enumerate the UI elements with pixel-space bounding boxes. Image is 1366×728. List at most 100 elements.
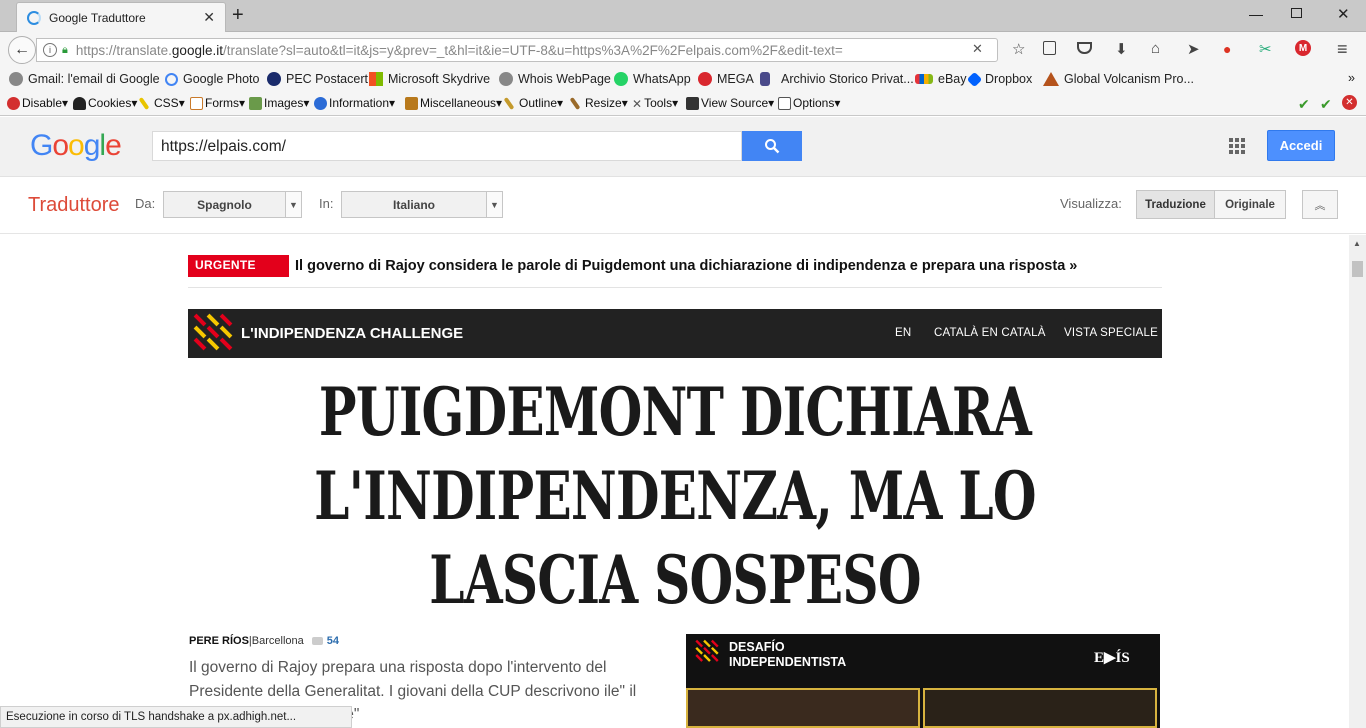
tab-strip: Google Traduttore ✕ + ✕ <box>0 0 1366 32</box>
page-scrollbar[interactable]: ▲ <box>1349 235 1366 728</box>
devbar-view-source[interactable]: View Source ▾ <box>686 96 774 110</box>
stripes-logo-icon <box>695 639 719 663</box>
devbar-forms[interactable]: Forms ▾ <box>190 96 245 110</box>
bookmark-volcanism[interactable]: Global Volcanism Pro... <box>1043 72 1194 86</box>
tools-icon: ✕ <box>632 96 643 111</box>
bookmark-mega[interactable]: MEGA <box>698 72 754 86</box>
reading-list-icon[interactable] <box>1043 41 1056 55</box>
misc-icon <box>405 96 418 110</box>
devbar-images[interactable]: Images ▾ <box>249 96 309 110</box>
extension-icon[interactable]: ✂ <box>1259 40 1272 58</box>
clear-url-icon[interactable]: ✕ <box>972 41 983 57</box>
scroll-up-icon[interactable]: ▲ <box>1353 239 1361 248</box>
devbar-disable[interactable]: Disable ▾ <box>7 96 68 110</box>
bookmark-skydrive[interactable]: Microsoft Skydrive <box>369 72 490 86</box>
check-valid-icon[interactable]: ✔ <box>1320 96 1332 113</box>
bookmark-gmail[interactable]: Gmail: l'email di Google <box>9 72 160 86</box>
close-tab-icon[interactable]: ✕ <box>203 9 215 26</box>
devbar-resize[interactable]: Resize ▾ <box>569 96 628 110</box>
download-icon[interactable]: ⬇ <box>1115 40 1128 58</box>
devbar-css[interactable]: CSS ▾ <box>138 96 185 110</box>
view-label: Visualizza: <box>1060 196 1122 211</box>
bookmark-whois[interactable]: Whois WebPage <box>499 72 611 86</box>
bookmark-star-icon[interactable]: ☆ <box>1012 40 1025 58</box>
author-name[interactable]: PERE RÍOS <box>189 635 249 647</box>
whatsapp-icon <box>614 72 628 86</box>
byline: PERE RÍOS|Barcellona 54 <box>189 635 339 647</box>
forms-icon <box>190 96 203 110</box>
target-language-select[interactable]: Italiano ▼ <box>341 191 503 218</box>
disable-icon <box>7 96 20 110</box>
back-button[interactable]: ← <box>8 36 36 64</box>
video-frame-right[interactable] <box>923 688 1157 728</box>
source-language-select[interactable]: Spagnolo ▼ <box>163 191 302 218</box>
urgent-badge: URGENTE <box>188 255 289 277</box>
send-icon[interactable]: ➤ <box>1187 40 1200 58</box>
bookmark-ebay[interactable]: eBay <box>915 72 967 86</box>
bookmark-archivio[interactable]: Archivio Storico Privat... <box>760 72 914 86</box>
video-title: DESAFÍO INDEPENDENTISTA <box>729 640 847 669</box>
location: |Barcellona <box>248 635 304 647</box>
devbar-cookies[interactable]: Cookies ▾ <box>73 96 137 110</box>
sign-in-button[interactable]: Accedi <box>1267 130 1335 161</box>
stripes-logo-icon <box>193 313 233 352</box>
devbar-outline[interactable]: Outline ▾ <box>503 96 563 110</box>
devbar-options[interactable]: Options ▾ <box>778 96 840 110</box>
collapse-button[interactable]: ︽ <box>1302 190 1338 219</box>
error-icon[interactable]: ✕ <box>1342 95 1357 110</box>
bookmark-google-photo[interactable]: Google Photo <box>165 72 259 86</box>
minimize-icon[interactable] <box>1249 15 1263 16</box>
restore-icon[interactable] <box>1291 8 1302 18</box>
address-bar[interactable]: i 🔒︎ https://translate.google.it/transla… <box>36 38 998 62</box>
home-icon[interactable]: ⌂ <box>1151 40 1160 57</box>
translate-bar: Traduttore Da: Spagnolo ▼ In: Italiano ▼… <box>0 178 1366 234</box>
devbar-tools[interactable]: ✕ Tools ▾ <box>632 96 678 111</box>
globe-icon <box>9 72 23 86</box>
video-frame-left[interactable] <box>686 688 920 728</box>
devbar-miscellaneous[interactable]: Miscellaneous ▾ <box>405 96 502 110</box>
outline-icon <box>503 96 515 110</box>
search-button[interactable] <box>742 131 802 161</box>
devbar-information[interactable]: Information ▾ <box>314 96 395 110</box>
information-icon <box>314 96 327 110</box>
status-bar: Esecuzione in corso di TLS handshake a p… <box>0 706 352 728</box>
more-bookmarks-icon[interactable]: » <box>1348 71 1355 85</box>
url-input[interactable]: https://elpais.com/ <box>152 131 742 161</box>
cookies-icon <box>73 96 86 110</box>
close-window-icon[interactable]: ✕ <box>1337 5 1350 23</box>
chevron-up-icon: ︽ <box>1314 199 1326 212</box>
mega-icon <box>698 72 712 86</box>
video-player[interactable]: DESAFÍO INDEPENDENTISTA E▶ÍS <box>686 634 1160 728</box>
section-banner: L'INDIPENDENZA CHALLENGE EN CATALÀ EN CA… <box>188 309 1162 358</box>
view-original-button[interactable]: Originale <box>1214 190 1286 219</box>
info-icon[interactable]: i <box>43 43 57 57</box>
view-source-icon <box>686 96 699 110</box>
section-title[interactable]: L'INDIPENDENZA CHALLENGE <box>241 325 463 342</box>
lock-icon: 🔒︎ <box>62 43 68 56</box>
section-link-catala[interactable]: CATALÀ EN CATALÀ <box>934 327 1046 339</box>
comment-count[interactable]: 54 <box>327 635 339 647</box>
view-translation-button[interactable]: Traduzione <box>1136 190 1215 219</box>
menu-icon[interactable]: ≡ <box>1337 39 1348 60</box>
check-icon[interactable]: ✔ <box>1298 96 1310 113</box>
dropbox-icon <box>966 71 983 87</box>
section-link-en[interactable]: EN <box>895 327 911 339</box>
bookmark-whatsapp[interactable]: WhatsApp <box>614 72 691 86</box>
section-link-speciale[interactable]: VISTA SPECIALE <box>1064 327 1158 339</box>
colorful-extension-icon[interactable]: ● <box>1223 41 1231 57</box>
new-tab-icon[interactable]: + <box>232 4 244 26</box>
urgent-headline-link[interactable]: Il governo di Rajoy considera le parole … <box>295 258 1077 274</box>
mega-extension-icon[interactable]: M <box>1295 40 1311 56</box>
google-logo[interactable]: Google <box>30 129 122 163</box>
scroll-thumb[interactable] <box>1352 261 1363 277</box>
windows-icon <box>369 72 383 86</box>
apps-grid-icon[interactable] <box>1229 138 1245 154</box>
translate-brand[interactable]: Traduttore <box>28 194 120 217</box>
bookmark-pec-postacert[interactable]: PEC Postacert <box>267 72 368 86</box>
pocket-icon[interactable] <box>1077 42 1092 54</box>
browser-tab[interactable]: Google Traduttore ✕ <box>16 2 226 32</box>
bookmark-dropbox[interactable]: Dropbox <box>966 71 1032 87</box>
article-headline[interactable]: PUIGDEMONT DICHIARA L'INDIPENDENZA, MA L… <box>305 370 1045 622</box>
from-label: Da: <box>135 196 156 211</box>
ebay-icon <box>915 74 933 84</box>
